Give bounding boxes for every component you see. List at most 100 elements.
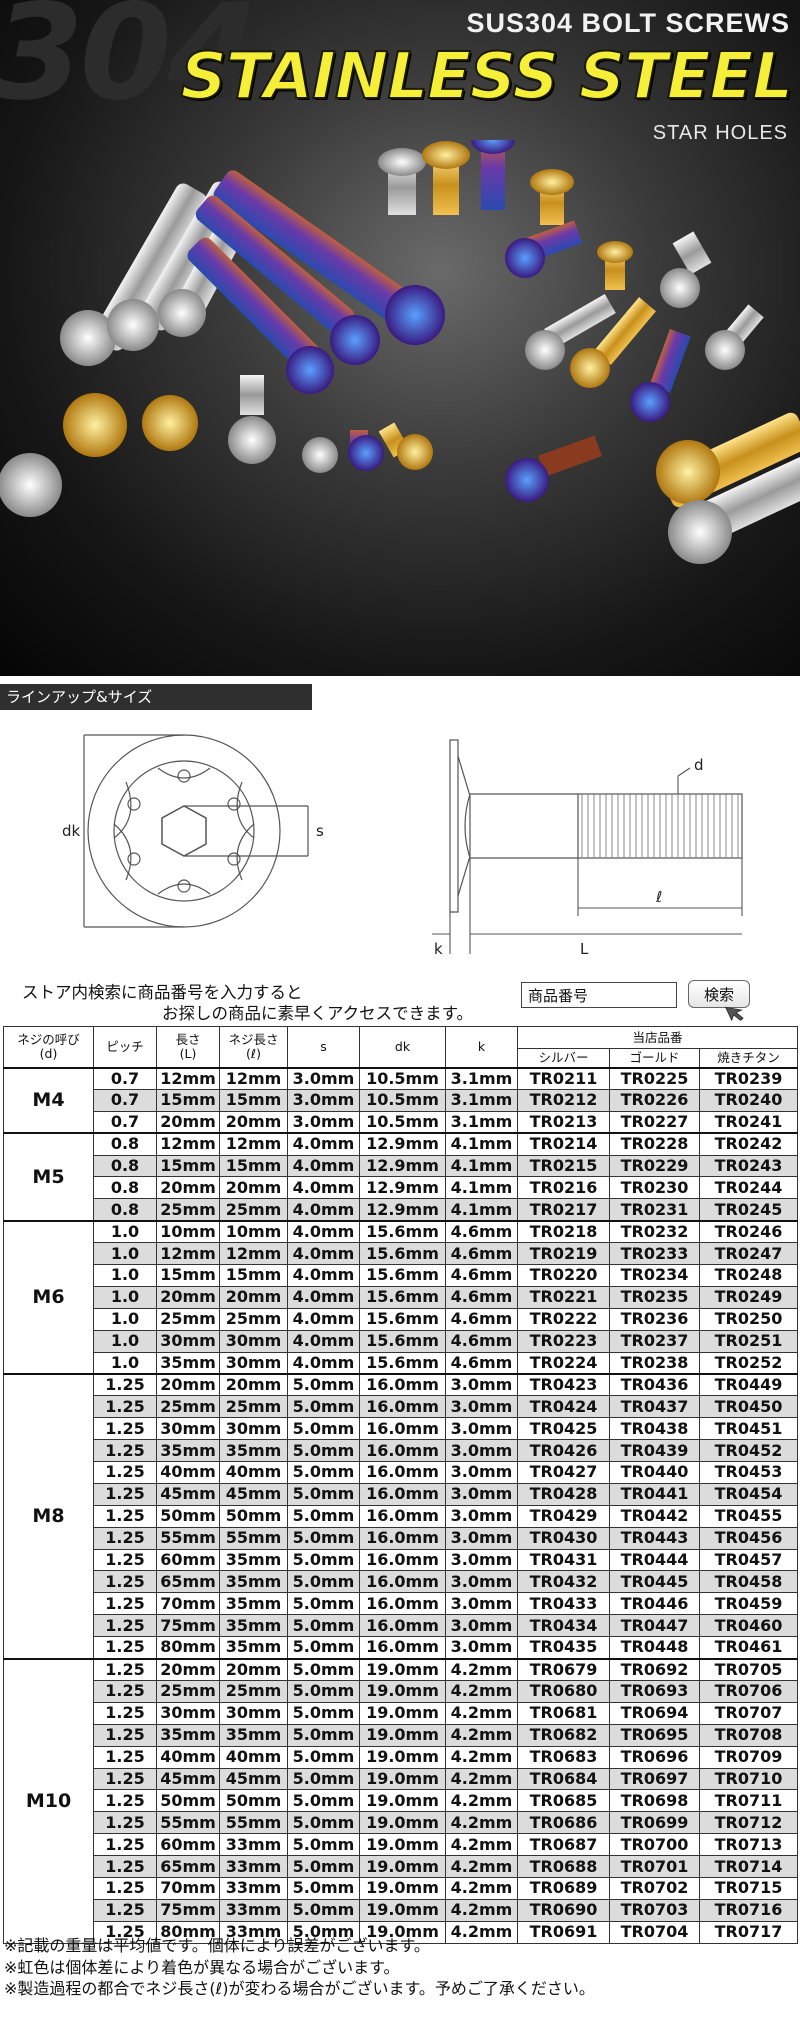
s-cell: 5.0mm: [287, 1898, 360, 1922]
header-part-number: 当店品番: [516, 1026, 799, 1049]
thread-length-cell: 45mm: [219, 1482, 288, 1506]
k-cell: 4.1mm: [445, 1154, 518, 1178]
s-cell: 5.0mm: [287, 1548, 360, 1572]
dk-cell: 15.6mm: [359, 1219, 446, 1244]
gold-part-cell: TR0447: [609, 1614, 700, 1638]
gold-part-cell: TR0702: [609, 1876, 700, 1900]
length-cell: 20mm: [156, 1285, 220, 1309]
pitch-cell: 1.0: [93, 1219, 157, 1244]
length-cell: 75mm: [156, 1614, 220, 1638]
thread-length-cell: 35mm: [219, 1614, 288, 1638]
table-row: 1.25 30mm 30mm 5.0mm 19.0mm 4.2mm TR0681 TR0694…: [4, 1701, 799, 1725]
k-cell: 4.6mm: [445, 1285, 518, 1309]
size-cell: M6: [3, 1219, 94, 1375]
s-cell: 5.0mm: [287, 1767, 360, 1791]
dk-cell: 16.0mm: [359, 1482, 446, 1506]
gold-part-cell: TR0700: [609, 1833, 700, 1857]
label-s: s: [316, 822, 324, 840]
pitch-cell: 1.25: [93, 1504, 157, 1528]
gold-part-cell: TR0439: [609, 1439, 700, 1463]
dk-cell: 15.6mm: [359, 1351, 446, 1375]
table-row: 1.25 50mm 50mm 5.0mm 16.0mm 3.0mm TR0429 TR0442…: [4, 1504, 799, 1528]
silver-part-cell: TR0221: [517, 1285, 610, 1309]
k-cell: 4.6mm: [445, 1307, 518, 1331]
k-cell: 4.2mm: [445, 1898, 518, 1922]
table-row: M10 1.25 20mm 20mm 5.0mm 19.0mm 4.2mm TR0679 TR0…: [3, 1657, 799, 1944]
s-cell: 5.0mm: [287, 1657, 360, 1681]
thread-length-cell: 33mm: [219, 1855, 288, 1878]
pitch-cell: 1.25: [93, 1855, 157, 1878]
pitch-cell: 1.0: [93, 1264, 157, 1287]
pitch-cell: 0.8: [93, 1132, 157, 1156]
silver-part-cell: TR0432: [517, 1570, 610, 1594]
length-cell: 80mm: [156, 1636, 220, 1660]
k-cell: 3.1mm: [445, 1088, 518, 1112]
header-length: 長さ (L): [156, 1026, 220, 1068]
gold-part-cell: TR0698: [609, 1789, 700, 1813]
table-row: 1.25 55mm 55mm 5.0mm 19.0mm 4.2mm TR0686 TR0699…: [4, 1811, 799, 1835]
bolt-titanium: [348, 430, 384, 471]
table-row: 1.25 75mm 33mm 5.0mm 19.0mm 4.2mm TR0690 TR0703…: [4, 1898, 799, 1922]
k-cell: 3.0mm: [445, 1372, 518, 1397]
s-cell: 4.0mm: [287, 1351, 360, 1375]
k-cell: 4.2mm: [445, 1745, 518, 1769]
search-input[interactable]: [521, 982, 677, 1008]
dk-cell: 10.5mm: [359, 1088, 446, 1112]
header-silver: シルバー: [517, 1048, 610, 1068]
table-row: 1.25 70mm 33mm 5.0mm 19.0mm 4.2mm TR0689 TR0702…: [4, 1876, 799, 1900]
s-cell: 3.0mm: [287, 1066, 360, 1090]
length-cell: 55mm: [156, 1526, 220, 1550]
silver-part-cell: TR0212: [517, 1088, 610, 1112]
silver-part-cell: TR0431: [517, 1548, 610, 1572]
search-hint-line1: ストア内検索に商品番号を入力すると: [22, 983, 303, 1002]
pitch-cell: 1.25: [93, 1723, 157, 1747]
hero-subtitle: SUS304 BOLT SCREWS: [466, 8, 790, 38]
s-cell: 5.0mm: [287, 1372, 360, 1397]
k-cell: 3.1mm: [445, 1066, 518, 1090]
titanium-part-cell: TR0244: [698, 1176, 799, 1200]
dk-cell: 10.5mm: [359, 1066, 446, 1090]
s-cell: 5.0mm: [287, 1504, 360, 1528]
pitch-cell: 0.8: [93, 1198, 157, 1222]
thread-length-cell: 15mm: [219, 1264, 288, 1287]
silver-part-cell: TR0424: [517, 1395, 610, 1419]
table-row: 1.25 25mm 25mm 5.0mm 19.0mm 4.2mm TR0680 TR0693…: [4, 1679, 799, 1703]
thread-length-cell: 40mm: [219, 1461, 288, 1484]
table-row: 1.0 12mm 12mm 4.0mm 15.6mm 4.6mm TR0219 TR0233 T…: [4, 1242, 799, 1266]
dk-cell: 12.9mm: [359, 1176, 446, 1200]
pitch-cell: 1.25: [93, 1395, 157, 1419]
dk-cell: 16.0mm: [359, 1417, 446, 1441]
titanium-part-cell: TR0707: [698, 1701, 799, 1725]
gold-part-cell: TR0446: [609, 1592, 700, 1616]
titanium-part-cell: TR0705: [698, 1657, 799, 1681]
s-cell: 4.0mm: [287, 1132, 360, 1156]
note-item: ※記載の重量は平均値です。個体により誤差がございます。: [4, 1936, 430, 1955]
silver-part-cell: TR0690: [517, 1898, 610, 1922]
thread-length-cell: 40mm: [219, 1745, 288, 1769]
silver-part-cell: TR0685: [517, 1789, 610, 1813]
gold-part-cell: TR0694: [609, 1701, 700, 1725]
silver-part-cell: TR0211: [517, 1066, 610, 1090]
notes: ※記載の重量は平均値です。個体により誤差がございます。 ※虹色は個体差により着色…: [4, 1935, 595, 2000]
table-row: 1.25 45mm 45mm 5.0mm 16.0mm 3.0mm TR0428 TR0441…: [4, 1482, 799, 1506]
pitch-cell: 0.8: [93, 1176, 157, 1200]
dk-cell: 19.0mm: [359, 1898, 446, 1922]
silver-part-cell: TR0430: [517, 1526, 610, 1550]
thread-length-cell: 45mm: [219, 1767, 288, 1791]
s-cell: 4.0mm: [287, 1176, 360, 1200]
table-row: 1.25 65mm 35mm 5.0mm 16.0mm 3.0mm TR0432 TR0445…: [4, 1570, 799, 1594]
label-d: d: [694, 756, 704, 774]
header-size: ネジの呼び (d): [3, 1026, 94, 1068]
k-cell: 4.2mm: [445, 1811, 518, 1835]
table-row: M8 1.25 20mm 20mm 5.0mm 16.0mm 3.0mm TR0423 TR04…: [3, 1372, 799, 1660]
gold-part-cell: TR0699: [609, 1811, 700, 1835]
thread-length-cell: 25mm: [219, 1395, 288, 1419]
bolt-titanium: [505, 435, 602, 502]
k-cell: 3.0mm: [445, 1614, 518, 1638]
titanium-part-cell: TR0706: [698, 1679, 799, 1703]
thread-length-cell: 12mm: [219, 1242, 288, 1266]
thread-length-cell: 30mm: [219, 1701, 288, 1725]
pitch-cell: 1.25: [93, 1833, 157, 1857]
titanium-part-cell: TR0239: [698, 1066, 799, 1090]
pitch-cell: 1.25: [93, 1876, 157, 1900]
